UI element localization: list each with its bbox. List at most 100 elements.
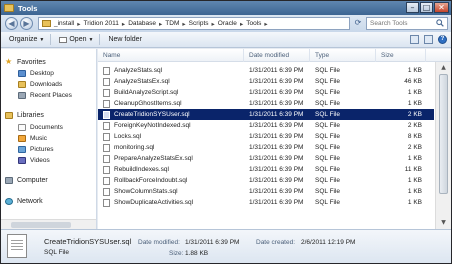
- file-row[interactable]: ShowDuplicateActivities.sql 1/31/2011 6:3…: [98, 197, 434, 208]
- sql-file-icon: [103, 199, 110, 207]
- scroll-down-icon[interactable]: ▼: [438, 218, 449, 228]
- breadcrumb-item[interactable]: Tridion 2011: [84, 20, 119, 27]
- column-header-type[interactable]: Type: [310, 49, 376, 62]
- search-icon[interactable]: [436, 19, 444, 27]
- search-box[interactable]: [366, 17, 448, 30]
- title-bar[interactable]: Tools – □ ✕: [1, 1, 451, 15]
- videos-icon: [18, 157, 26, 164]
- maximize-button[interactable]: □: [420, 2, 433, 13]
- chevron-right-icon[interactable]: ▸: [240, 20, 243, 28]
- file-size: 1 KB: [407, 188, 422, 195]
- file-size: 1 KB: [407, 100, 422, 107]
- file-row[interactable]: monitoring.sql 1/31/2011 6:39 PM SQL File 2…: [98, 142, 434, 153]
- file-type: SQL File: [315, 199, 341, 206]
- chevron-right-icon[interactable]: ▸: [182, 20, 185, 28]
- chevron-right-icon[interactable]: ▸: [159, 20, 162, 28]
- file-row[interactable]: BuildAnalyzeScript.sql 1/31/2011 6:39 PM S…: [98, 87, 434, 98]
- nav-network[interactable]: Network: [5, 198, 43, 205]
- toolbar-divider: [50, 34, 52, 45]
- music-icon: [18, 135, 26, 142]
- vertical-scrollbar[interactable]: ▲ ▼: [435, 62, 451, 229]
- nav-item-pictures[interactable]: Pictures: [18, 146, 53, 153]
- file-row[interactable]: AnalyzeStats.sql 1/31/2011 6:39 PM SQL Fil…: [98, 65, 434, 76]
- file-size: 1 KB: [407, 177, 422, 184]
- file-row[interactable]: ShowColumnStats.sql 1/31/2011 6:39 PM SQL …: [98, 186, 434, 197]
- column-header-date-modified[interactable]: Date modified: [244, 49, 310, 62]
- column-header-name[interactable]: Name: [98, 49, 244, 62]
- scroll-up-icon[interactable]: ▲: [438, 63, 449, 73]
- nav-favorites[interactable]: ★ Favorites: [5, 58, 46, 66]
- nav-item-label: Downloads: [30, 81, 63, 88]
- nav-horizontal-scrollbar[interactable]: [1, 219, 96, 229]
- minimize-button[interactable]: –: [406, 2, 419, 13]
- forward-button[interactable]: ▶: [20, 17, 33, 30]
- breadcrumb-item[interactable]: Oracle: [218, 20, 237, 27]
- breadcrumb-item[interactable]: Scripts: [189, 20, 209, 27]
- breadcrumb-item[interactable]: _install: [54, 20, 74, 27]
- file-row[interactable]: CleanupGhostItems.sql 1/31/2011 6:39 PM SQ…: [98, 98, 434, 109]
- file-row[interactable]: RollbackForceIndoubt.sql 1/31/2011 6:39 P…: [98, 175, 434, 186]
- nav-item-documents[interactable]: Documents: [18, 124, 63, 131]
- chevron-right-icon[interactable]: ▸: [77, 20, 80, 28]
- search-input[interactable]: [370, 18, 436, 29]
- organize-menu[interactable]: Organize ▼: [9, 36, 44, 43]
- sql-file-icon: [103, 188, 110, 196]
- nav-libraries[interactable]: Libraries: [5, 112, 44, 119]
- back-button[interactable]: ◀: [5, 17, 18, 30]
- explorer-window: Tools – □ ✕ ◀ ▶ _install ▸ Tridion 2011 …: [0, 0, 452, 264]
- documents-icon: [18, 124, 26, 131]
- chevron-right-icon[interactable]: ▸: [122, 20, 125, 28]
- nav-group-label: Network: [17, 198, 43, 205]
- scrollbar-thumb[interactable]: [439, 74, 448, 194]
- help-icon[interactable]: ?: [438, 35, 447, 44]
- refresh-icon[interactable]: ⟳: [352, 17, 364, 30]
- navigation-pane: ★ Favorites Desktop Downloads Recent Pla…: [1, 49, 97, 229]
- command-bar: Organize ▼ Open ▼ New folder ?: [1, 32, 451, 48]
- breadcrumb-item[interactable]: TDM: [165, 20, 179, 27]
- date-created-label: Date created:: [256, 239, 296, 246]
- scrollbar-thumb[interactable]: [11, 222, 71, 228]
- sql-file-icon: [103, 133, 110, 141]
- close-button[interactable]: ✕: [434, 2, 449, 13]
- nav-item-videos[interactable]: Videos: [18, 157, 50, 164]
- file-row[interactable]: CreateTridionSYSUser.sql 1/31/2011 6:39 P…: [98, 109, 434, 120]
- file-type: SQL File: [315, 100, 341, 107]
- breadcrumb-item[interactable]: Tools: [246, 20, 261, 27]
- column-header-size[interactable]: Size: [376, 49, 426, 62]
- file-name: monitoring.sql: [114, 144, 155, 151]
- sql-file-icon: [103, 89, 110, 97]
- chevron-right-icon[interactable]: ▸: [264, 20, 267, 28]
- breadcrumb[interactable]: _install ▸ Tridion 2011 ▸ Database ▸ TDM…: [38, 17, 350, 30]
- details-file-name: CreateTridionSYSUser.sql: [44, 237, 132, 246]
- nav-computer[interactable]: Computer: [5, 177, 48, 184]
- file-date-modified: 1/31/2011 6:39 PM: [249, 78, 304, 85]
- new-folder-button[interactable]: New folder: [108, 36, 141, 43]
- nav-group-label: Libraries: [17, 112, 44, 119]
- file-size: 1 KB: [407, 199, 422, 206]
- file-type: SQL File: [315, 188, 341, 195]
- nav-item-downloads[interactable]: Downloads: [18, 81, 62, 88]
- preview-pane-icon[interactable]: [424, 35, 433, 44]
- file-row[interactable]: Locks.sql 1/31/2011 6:39 PM SQL File 8 KB: [98, 131, 434, 142]
- change-view-icon[interactable]: [410, 35, 419, 44]
- chevron-right-icon[interactable]: ▸: [212, 20, 215, 28]
- nav-item-label: Videos: [30, 157, 50, 164]
- nav-group-label: Favorites: [17, 58, 46, 66]
- breadcrumb-item[interactable]: Database: [128, 20, 156, 27]
- nav-item-desktop[interactable]: Desktop: [18, 70, 54, 77]
- file-row[interactable]: ForeignKeyNotIndexed.sql 1/31/2011 6:39 P…: [98, 120, 434, 131]
- details-pane: CreateTridionSYSUser.sql SQL File Date m…: [1, 229, 451, 263]
- file-type: SQL File: [315, 144, 341, 151]
- sql-file-icon: [103, 144, 110, 152]
- file-name: CreateTridionSYSUser.sql: [114, 111, 190, 118]
- sql-file-icon: [103, 78, 110, 86]
- file-date-modified: 1/31/2011 6:39 PM: [249, 67, 304, 74]
- file-row[interactable]: PrepareAnalyzeStatsEx.sql 1/31/2011 6:39 …: [98, 153, 434, 164]
- file-date-modified: 1/31/2011 6:39 PM: [249, 144, 304, 151]
- file-row[interactable]: AnalyzeStatsEx.sql 1/31/2011 6:39 PM SQL F…: [98, 76, 434, 87]
- nav-item-recent-places[interactable]: Recent Places: [18, 92, 72, 99]
- open-button[interactable]: Open ▼: [59, 36, 93, 43]
- nav-item-music[interactable]: Music: [18, 135, 47, 142]
- file-row[interactable]: RebuildIndexes.sql 1/31/2011 6:39 PM SQL F…: [98, 164, 434, 175]
- window-title: Tools: [18, 3, 38, 13]
